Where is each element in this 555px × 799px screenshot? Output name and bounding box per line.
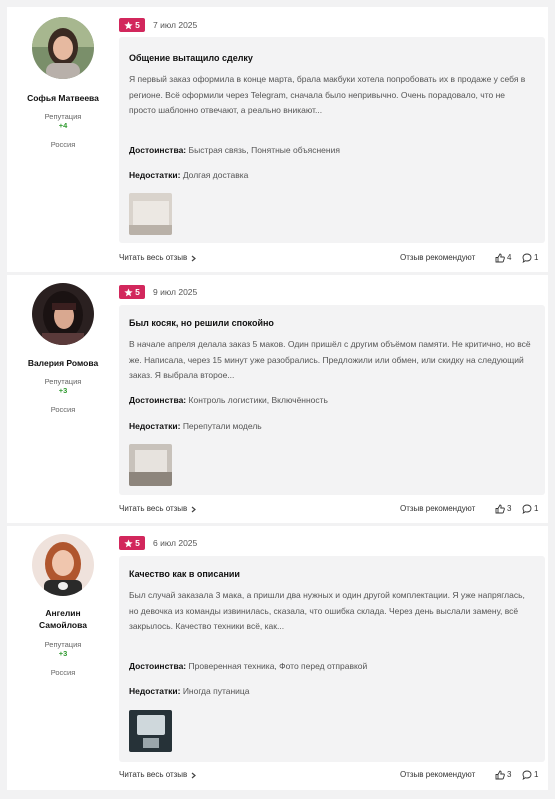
review-date: 7 июл 2025: [153, 20, 198, 30]
read-more-link[interactable]: Читать весь отзыв: [119, 768, 197, 782]
pros: Достоинства: Проверенная техника, Фото п…: [129, 661, 367, 671]
review-title: Качество как в описании: [129, 569, 240, 579]
review-body: Общение вытащило сделку Я первый заказ о…: [119, 37, 545, 243]
comment-icon: [522, 253, 532, 263]
cons-label: Недостатки:: [129, 170, 181, 180]
country: Россия: [50, 140, 76, 149]
rating-value: 5: [135, 538, 140, 548]
review-card: Валерия Ромова Репутация +3 Россия 5 9 и…: [7, 275, 548, 523]
pros-value: Проверенная техника, Фото перед отправко…: [188, 661, 368, 671]
review-photo[interactable]: [129, 444, 172, 486]
reputation-value: +3: [58, 386, 68, 395]
author-name-line2: Самойлова: [39, 620, 87, 630]
comment-icon: [522, 770, 532, 780]
likes-count: 3: [507, 770, 512, 779]
review-body: Качество как в описании Был случай заказ…: [119, 556, 545, 762]
comments-button[interactable]: 1: [522, 768, 538, 782]
chevron-right-icon: [191, 772, 197, 778]
review-text: Я первый заказ оформила в конце марта, б…: [129, 74, 526, 115]
country: Россия: [50, 668, 76, 677]
cons-label: Недостатки:: [129, 421, 181, 431]
review-date: 6 июл 2025: [153, 538, 198, 548]
chevron-right-icon: [191, 506, 197, 512]
pros-value: Быстрая связь, Понятные объяснения: [188, 145, 340, 155]
cons: Недостатки: Перепутали модель: [129, 421, 262, 431]
rating-value: 5: [135, 20, 140, 30]
read-more-link[interactable]: Читать весь отзыв: [119, 502, 197, 516]
cons-label: Недостатки:: [129, 686, 181, 696]
pros: Достоинства: Контроль логистики, Включён…: [129, 395, 328, 405]
comments-count: 1: [534, 770, 539, 779]
reputation-label: Репутация: [44, 377, 82, 386]
review-text: В начале апреля делала заказ 5 маков. Од…: [129, 339, 531, 380]
author-name[interactable]: Софья Матвеева: [7, 92, 119, 104]
review-date: 9 июл 2025: [153, 287, 198, 297]
recommend-label: Отзыв рекомендуют: [400, 770, 476, 779]
star-icon: [124, 538, 133, 547]
rating-badge: 5: [119, 18, 145, 32]
review-text: Был случай заказала 3 мака, а пришли два…: [129, 590, 525, 631]
avatar[interactable]: [32, 17, 94, 79]
likes-count: 4: [507, 253, 512, 262]
pros-label: Достоинства:: [129, 661, 187, 671]
thumbs-up-icon: [495, 770, 505, 780]
rating-badge: 5: [119, 285, 145, 299]
reputation-value: +3: [58, 649, 68, 658]
comments-count: 1: [534, 253, 539, 262]
author-name[interactable]: Валерия Ромова: [7, 357, 119, 369]
review-card: Ангелин Самойлова Репутация +3 Россия 5 …: [7, 526, 548, 790]
review-body: Был косяк, но решили спокойно В начале а…: [119, 305, 545, 495]
review-photo[interactable]: [129, 193, 172, 235]
recommend-label: Отзыв рекомендуют: [400, 504, 476, 513]
pros-label: Достоинства:: [129, 145, 187, 155]
pros-value: Контроль логистики, Включённость: [188, 395, 328, 405]
read-more-link[interactable]: Читать весь отзыв: [119, 251, 197, 265]
comments-button[interactable]: 1: [522, 502, 538, 516]
thumbs-up-icon: [495, 504, 505, 514]
author-name-line1: Ангелин: [45, 608, 81, 618]
avatar[interactable]: [32, 283, 94, 345]
comment-icon: [522, 504, 532, 514]
author-name[interactable]: Ангелин Самойлова: [7, 607, 119, 631]
reputation-value: +4: [58, 121, 68, 130]
rating-badge: 5: [119, 536, 145, 550]
recommend-label: Отзыв рекомендуют: [400, 253, 476, 262]
chevron-right-icon: [191, 255, 197, 261]
comments-count: 1: [534, 504, 539, 513]
like-button[interactable]: 3: [495, 768, 511, 782]
like-button[interactable]: 3: [495, 502, 511, 516]
country: Россия: [50, 405, 76, 414]
review-footer: Читать весь отзыв Отзыв рекомендуют 3 1: [119, 768, 545, 782]
reputation-label: Репутация: [44, 640, 82, 649]
comments-button[interactable]: 1: [522, 251, 538, 265]
avatar[interactable]: [32, 534, 94, 596]
cons-value: Иногда путаница: [182, 686, 250, 696]
review-photo[interactable]: [129, 710, 172, 752]
cons-value: Перепутали модель: [182, 421, 262, 431]
likes-count: 3: [507, 504, 512, 513]
review-card: Софья Матвеева Репутация +4 Россия 5 7 и…: [7, 7, 548, 272]
thumbs-up-icon: [495, 253, 505, 263]
review-footer: Читать весь отзыв Отзыв рекомендуют 3 1: [119, 502, 545, 516]
pros: Достоинства: Быстрая связь, Понятные объ…: [129, 145, 340, 155]
review-title: Общение вытащило сделку: [129, 53, 253, 63]
read-more-label: Читать весь отзыв: [119, 504, 188, 513]
read-more-label: Читать весь отзыв: [119, 253, 188, 262]
cons-value: Долгая доставка: [182, 170, 249, 180]
reputation-label: Репутация: [44, 112, 82, 121]
cons: Недостатки: Долгая доставка: [129, 170, 248, 180]
pros-label: Достоинства:: [129, 395, 187, 405]
read-more-label: Читать весь отзыв: [119, 770, 188, 779]
review-title: Был косяк, но решили спокойно: [129, 318, 274, 328]
review-footer: Читать весь отзыв Отзыв рекомендуют 4 1: [119, 251, 545, 265]
like-button[interactable]: 4: [495, 251, 511, 265]
cons: Недостатки: Иногда путаница: [129, 686, 250, 696]
rating-value: 5: [135, 287, 140, 297]
star-icon: [124, 287, 133, 296]
star-icon: [124, 20, 133, 29]
